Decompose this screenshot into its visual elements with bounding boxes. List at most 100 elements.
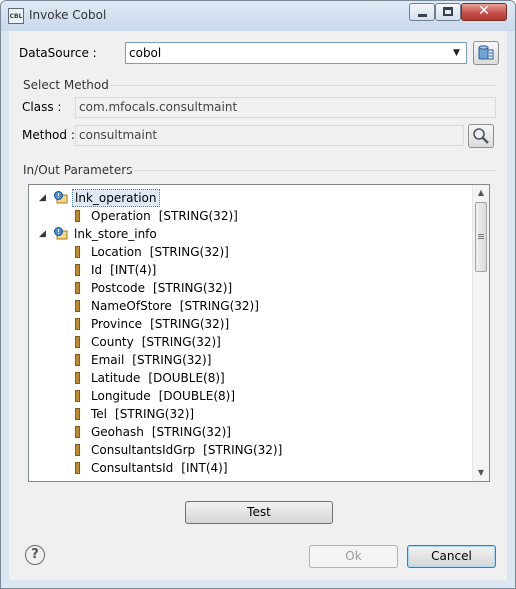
field-icon (75, 336, 80, 348)
field-icon (75, 462, 80, 474)
tree-node-label: lnk_store_info (74, 227, 157, 241)
field-type: [STRING(32)] (149, 245, 229, 259)
close-icon: ✕ (478, 3, 490, 19)
field-name: Operation (91, 209, 151, 223)
field-name: Id (91, 263, 103, 277)
field-type: [INT(4)] (110, 263, 157, 277)
structure-icon (54, 227, 68, 240)
tree-node-label: lnk_operation (72, 189, 160, 207)
field-icon (75, 300, 80, 312)
method-field[interactable]: consultmaint (75, 125, 464, 146)
tree-field-row[interactable]: Latitude [DOUBLE(8)] (29, 369, 469, 387)
maximize-icon (443, 7, 453, 16)
field-icon (75, 282, 80, 294)
title-bar[interactable]: CBL Invoke Cobol ✕ (1, 1, 515, 31)
collapse-arrow-icon[interactable]: ◢ (39, 189, 46, 207)
scrollbar-thumb[interactable] (475, 202, 487, 272)
structure-icon (54, 191, 68, 204)
minimize-button[interactable] (409, 3, 435, 21)
field-icon (75, 246, 80, 258)
field-name: ConsultantsIdGrp (91, 443, 196, 457)
select-method-group-label: Select Method (23, 78, 109, 92)
method-label: Method : (22, 128, 75, 142)
datasource-value: cobol (129, 46, 162, 60)
tree-field-row[interactable]: ConsultantsId [INT(4)] (29, 459, 469, 477)
invoke-cobol-dialog: CBL Invoke Cobol ✕ DataSource : cobol ▼ … (0, 0, 516, 589)
tree-field-row[interactable]: Operation [STRING(32)] (29, 207, 469, 225)
search-icon (473, 128, 489, 144)
field-type: [DOUBLE(8)] (148, 371, 225, 385)
field-type: [INT(4)] (181, 461, 228, 475)
field-name: Latitude (91, 371, 141, 385)
datasource-settings-button[interactable] (473, 41, 499, 65)
tree-node-lnk-store-info[interactable]: ◢ lnk_store_info (29, 225, 469, 243)
params-group-label: In/Out Parameters (23, 163, 133, 177)
field-icon (75, 210, 80, 222)
field-type: [STRING(32)] (132, 353, 212, 367)
class-label: Class : (22, 100, 62, 114)
class-field[interactable]: com.mfocals.consultmaint (75, 97, 496, 118)
maximize-button[interactable] (435, 3, 461, 21)
field-name: NameOfStore (91, 299, 172, 313)
dialog-client-area: DataSource : cobol ▼ Select Method Class… (9, 31, 507, 580)
scroll-up-arrow-icon[interactable]: ▲ (473, 185, 489, 201)
field-type: [STRING(32)] (141, 335, 221, 349)
field-type: [STRING(32)] (115, 407, 195, 421)
minimize-icon (418, 14, 427, 17)
method-search-button[interactable] (468, 124, 494, 148)
field-name: ConsultantsId (91, 461, 174, 475)
tree-field-row[interactable]: Geohash [STRING(32)] (29, 423, 469, 441)
close-button[interactable]: ✕ (461, 3, 507, 21)
field-name: Geohash (91, 425, 144, 439)
datasource-label: DataSource : (19, 46, 97, 60)
select-method-group-divider (109, 85, 497, 86)
field-name: Location (91, 245, 142, 259)
chevron-down-icon[interactable]: ▼ (449, 45, 464, 61)
tree-field-row[interactable]: Id [INT(4)] (29, 261, 469, 279)
tree-field-row[interactable]: NameOfStore [STRING(32)] (29, 297, 469, 315)
field-icon (75, 372, 80, 384)
field-icon (75, 318, 80, 330)
field-name: County (91, 335, 134, 349)
field-type: [DOUBLE(8)] (158, 389, 236, 403)
params-group-divider (127, 170, 497, 171)
field-name: Longitude (91, 389, 151, 403)
window-title: Invoke Cobol (29, 8, 107, 22)
parameters-tree[interactable]: ◢ lnk_operation Operation [STRING(32)] ◢ (28, 184, 490, 482)
tree-field-row[interactable]: Postcode [STRING(32)] (29, 279, 469, 297)
field-name: Postcode (91, 281, 146, 295)
field-name: Email (91, 353, 125, 367)
tree-vertical-scrollbar[interactable]: ▲ ▼ (472, 185, 489, 481)
test-button[interactable]: Test (185, 501, 333, 524)
field-name: Tel (91, 407, 108, 421)
tree-field-row[interactable]: Tel [STRING(32)] (29, 405, 469, 423)
ok-button[interactable]: Ok (309, 545, 398, 568)
cancel-button[interactable]: Cancel (407, 545, 496, 568)
help-icon[interactable]: ? (25, 545, 45, 565)
collapse-arrow-icon[interactable]: ◢ (39, 225, 46, 243)
tree-field-row[interactable]: Province [STRING(32)] (29, 315, 469, 333)
tree-node-lnk-operation[interactable]: ◢ lnk_operation (29, 189, 469, 207)
field-type: [STRING(32)] (150, 317, 230, 331)
field-icon (75, 390, 80, 402)
field-icon (75, 408, 80, 420)
field-icon (75, 264, 80, 276)
field-type: [STRING(32)] (153, 281, 233, 295)
field-name: Province (91, 317, 143, 331)
tree-field-row[interactable]: ConsultantsIdGrp [STRING(32)] (29, 441, 469, 459)
field-icon (75, 354, 80, 366)
cobol-app-icon: CBL (8, 8, 24, 24)
tree-field-row[interactable]: Location [STRING(32)] (29, 243, 469, 261)
field-icon (75, 426, 80, 438)
field-type: [STRING(32)] (151, 425, 231, 439)
field-type: [STRING(32)] (179, 299, 259, 313)
field-icon (75, 444, 80, 456)
database-icon (478, 45, 494, 60)
scroll-down-arrow-icon[interactable]: ▼ (473, 465, 489, 481)
tree-field-row[interactable]: Email [STRING(32)] (29, 351, 469, 369)
tree-field-row[interactable]: County [STRING(32)] (29, 333, 469, 351)
field-type: [STRING(32)] (203, 443, 283, 457)
datasource-select[interactable]: cobol ▼ (125, 42, 467, 64)
field-type: [STRING(32)] (158, 209, 238, 223)
tree-field-row[interactable]: Longitude [DOUBLE(8)] (29, 387, 469, 405)
